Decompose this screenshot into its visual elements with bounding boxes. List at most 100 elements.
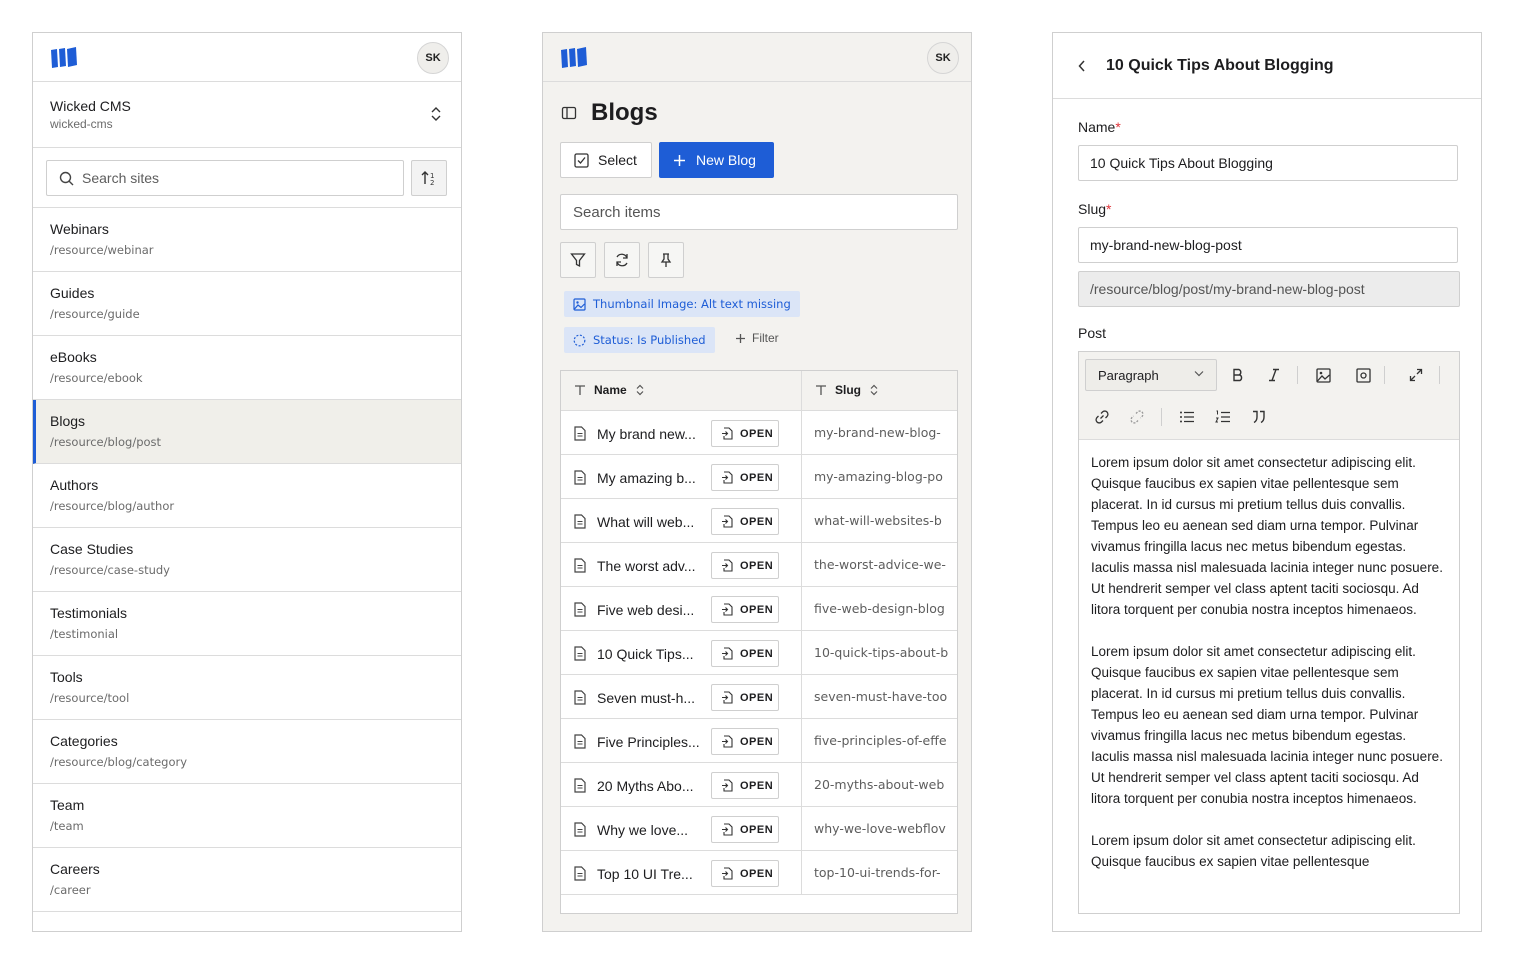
table-row[interactable]: The worst adv... OPEN the-worst-advice-we- bbox=[561, 543, 957, 587]
document-icon bbox=[574, 558, 586, 573]
table-row[interactable]: My brand new... OPEN my-brand-new-blog- bbox=[561, 411, 957, 455]
bold-button[interactable] bbox=[1227, 364, 1249, 386]
table-row[interactable]: What will web... OPEN what-will-websites-b bbox=[561, 499, 957, 543]
open-button[interactable]: OPEN bbox=[711, 684, 779, 711]
select-button[interactable]: Select bbox=[560, 142, 652, 178]
open-button[interactable]: OPEN bbox=[711, 772, 779, 799]
open-label: OPEN bbox=[740, 647, 774, 660]
sort-button[interactable]: 1 2 bbox=[411, 160, 447, 196]
collection-item[interactable]: Team/team bbox=[33, 784, 461, 848]
collection-item[interactable]: Categories/resource/blog/category bbox=[33, 720, 461, 784]
column-header-slug[interactable]: Slug bbox=[815, 383, 879, 397]
collection-item[interactable]: Authors/resource/blog/author bbox=[33, 464, 461, 528]
collection-name: Webinars bbox=[50, 221, 109, 237]
plus-icon bbox=[736, 333, 745, 343]
filter-button[interactable] bbox=[560, 242, 596, 278]
open-button[interactable]: OPEN bbox=[711, 728, 779, 755]
page-header: Blogs bbox=[561, 99, 658, 127]
slug-field[interactable]: my-brand-new-blog-post bbox=[1078, 227, 1458, 263]
refresh-button[interactable] bbox=[604, 242, 640, 278]
name-field[interactable]: 10 Quick Tips About Blogging bbox=[1078, 145, 1458, 181]
open-button[interactable]: OPEN bbox=[711, 640, 779, 667]
svg-text:2: 2 bbox=[430, 179, 434, 186]
collection-item[interactable]: Testimonials/testimonial bbox=[33, 592, 461, 656]
user-avatar[interactable]: SK bbox=[927, 42, 959, 74]
collection-path: /resource/webinar bbox=[50, 243, 154, 257]
block-format-dropdown[interactable]: Paragraph bbox=[1085, 359, 1217, 391]
column-header-name[interactable]: Name bbox=[574, 383, 645, 397]
blockquote-button[interactable] bbox=[1248, 406, 1270, 428]
numbered-list-button[interactable] bbox=[1212, 406, 1234, 428]
filter-chip-status[interactable]: Status: Is Published bbox=[564, 327, 715, 353]
search-sites-input[interactable]: Search sites bbox=[46, 160, 404, 196]
search-items-input[interactable]: Search items bbox=[560, 194, 958, 230]
app-logo-icon[interactable] bbox=[50, 47, 78, 69]
row-slug: five-web-design-blog bbox=[814, 601, 945, 616]
document-icon bbox=[574, 602, 586, 617]
sidebar-toggle-icon[interactable] bbox=[561, 105, 577, 121]
document-icon bbox=[574, 690, 586, 705]
collection-name: Testimonials bbox=[50, 605, 128, 621]
column-divider bbox=[801, 763, 802, 807]
user-avatar[interactable]: SK bbox=[417, 42, 449, 74]
app-logo-icon[interactable] bbox=[560, 47, 588, 69]
open-doc-icon bbox=[722, 779, 733, 792]
collection-item[interactable]: Tools/resource/tool bbox=[33, 656, 461, 720]
unlink-button[interactable] bbox=[1126, 406, 1148, 428]
new-blog-button[interactable]: New Blog bbox=[659, 142, 774, 178]
open-button[interactable]: OPEN bbox=[711, 816, 779, 843]
collection-item[interactable]: Careers/career bbox=[33, 848, 461, 912]
open-doc-icon bbox=[722, 735, 733, 748]
link-button[interactable] bbox=[1091, 406, 1113, 428]
site-selector[interactable]: Wicked CMS wicked-cms bbox=[33, 82, 461, 148]
fullscreen-button[interactable] bbox=[1405, 364, 1427, 386]
open-doc-icon bbox=[722, 603, 733, 616]
collection-name: Careers bbox=[50, 861, 100, 877]
table-row[interactable]: Seven must-h... OPEN seven-must-have-too bbox=[561, 675, 957, 719]
collection-path: /career bbox=[50, 883, 91, 897]
row-slug: five-principles-of-effe bbox=[814, 733, 947, 748]
open-button[interactable]: OPEN bbox=[711, 508, 779, 535]
editor-content[interactable]: Lorem ipsum dolor sit amet consectetur a… bbox=[1079, 440, 1459, 872]
row-slug: the-worst-advice-we- bbox=[814, 557, 946, 572]
open-button[interactable]: OPEN bbox=[711, 464, 779, 491]
site-name: Wicked CMS bbox=[50, 98, 131, 114]
embed-button[interactable] bbox=[1352, 364, 1374, 386]
open-button[interactable]: OPEN bbox=[711, 860, 779, 887]
open-button[interactable]: OPEN bbox=[711, 596, 779, 623]
table-row[interactable]: Why we love... OPEN why-we-love-webflov bbox=[561, 807, 957, 851]
italic-button[interactable] bbox=[1263, 364, 1285, 386]
pin-button[interactable] bbox=[648, 242, 684, 278]
open-button[interactable]: OPEN bbox=[711, 552, 779, 579]
column-divider bbox=[801, 719, 802, 763]
select-label: Select bbox=[598, 152, 637, 168]
chip-label: Thumbnail Image: Alt text missing bbox=[593, 297, 791, 311]
insert-image-button[interactable] bbox=[1312, 364, 1334, 386]
collection-item[interactable]: Case Studies/resource/case-study bbox=[33, 528, 461, 592]
sort-updown-icon bbox=[870, 384, 878, 396]
table-row[interactable]: Five web desi... OPEN five-web-design-blog bbox=[561, 587, 957, 631]
toolbar-divider bbox=[1439, 366, 1440, 384]
collection-item[interactable]: Guides/resource/guide bbox=[33, 272, 461, 336]
collection-list: Webinars/resource/webinar Guides/resource… bbox=[33, 208, 461, 912]
open-doc-icon bbox=[722, 515, 733, 528]
bullet-list-button[interactable] bbox=[1176, 406, 1198, 428]
italic-icon bbox=[1269, 368, 1279, 382]
column-divider bbox=[801, 455, 802, 499]
collection-item[interactable]: eBooks/resource/ebook bbox=[33, 336, 461, 400]
add-filter-button[interactable]: Filter bbox=[735, 331, 779, 345]
table-row[interactable]: Top 10 UI Tre... OPEN top-10-ui-trends-for… bbox=[561, 851, 957, 895]
column-label: Name bbox=[594, 383, 627, 397]
back-chevron-icon[interactable] bbox=[1077, 59, 1087, 73]
open-button[interactable]: OPEN bbox=[711, 420, 779, 447]
table-row[interactable]: Five Principles... OPEN five-principles-of… bbox=[561, 719, 957, 763]
table-row[interactable]: 10 Quick Tips... OPEN 10-quick-tips-about-… bbox=[561, 631, 957, 675]
open-label: OPEN bbox=[740, 559, 774, 572]
chip-label: Status: Is Published bbox=[593, 333, 706, 347]
table-row[interactable]: My amazing b... OPEN my-amazing-blog-po bbox=[561, 455, 957, 499]
doc-icon-wrap bbox=[574, 646, 586, 666]
collection-item[interactable]: Webinars/resource/webinar bbox=[33, 208, 461, 272]
table-row[interactable]: 20 Myths Abo... OPEN 20-myths-about-web bbox=[561, 763, 957, 807]
collection-item[interactable]: Blogs/resource/blog/post bbox=[33, 400, 461, 464]
filter-chip-thumbnail[interactable]: Thumbnail Image: Alt text missing bbox=[564, 291, 800, 317]
